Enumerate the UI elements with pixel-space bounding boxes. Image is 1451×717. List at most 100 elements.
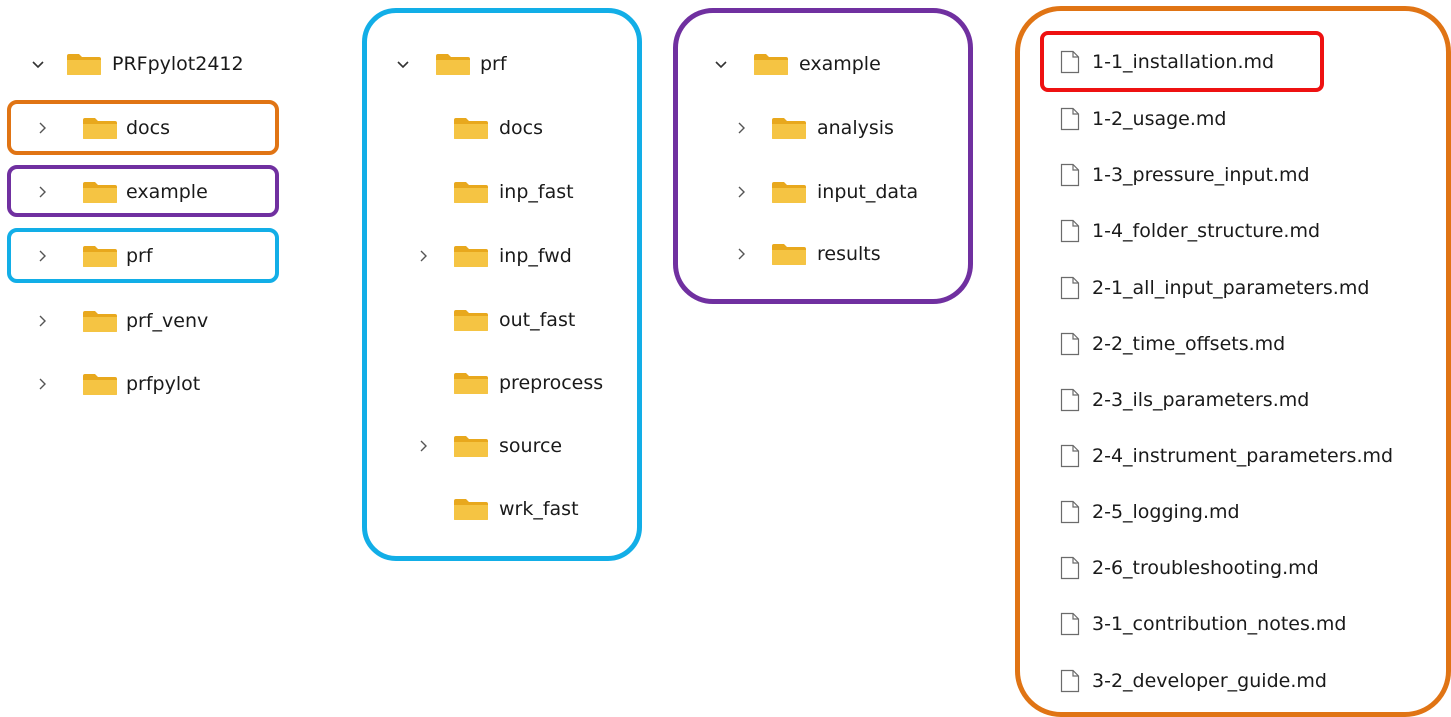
file-name: 2-4_instrument_parameters.md <box>1092 445 1394 467</box>
file-name: 1-2_usage.md <box>1092 108 1227 130</box>
folder-icon <box>771 180 807 204</box>
tree-item-inp-fast[interactable]: inp_fast <box>395 172 615 212</box>
file-name: 2-6_troubleshooting.md <box>1092 557 1319 579</box>
file-item[interactable]: 1-2_usage.md <box>1060 99 1430 139</box>
folder-icon <box>453 116 489 140</box>
file-name: 2-3_ils_parameters.md <box>1092 389 1310 411</box>
chevron-right-icon[interactable] <box>733 246 749 262</box>
file-icon <box>1060 219 1080 243</box>
chevron-down-icon[interactable] <box>30 56 46 72</box>
chevron-right-icon[interactable] <box>415 438 431 454</box>
tree-item-label: prf <box>480 53 507 75</box>
folder-icon <box>771 116 807 140</box>
chevron-right-icon[interactable] <box>733 120 749 136</box>
chevron-right-icon[interactable] <box>34 313 50 329</box>
tree-item-prfpylot[interactable]: prfpylot <box>30 364 280 404</box>
tree-item-out-fast[interactable]: out_fast <box>395 300 615 340</box>
file-item[interactable]: 2-1_all_input_parameters.md <box>1060 268 1430 308</box>
file-item[interactable]: 3-2_developer_guide.md <box>1060 661 1430 701</box>
tree-item-prf[interactable]: prf <box>30 236 280 276</box>
tree-item-source[interactable]: source <box>395 426 615 466</box>
tree-item-preprocess[interactable]: preprocess <box>395 363 620 403</box>
file-name: 3-2_developer_guide.md <box>1092 670 1327 692</box>
file-icon <box>1060 612 1080 636</box>
tree-item-label: docs <box>126 117 171 139</box>
tree-item-label: input_data <box>817 181 919 203</box>
tree-item-prfpylot2412[interactable]: PRFpylot2412 <box>30 44 290 84</box>
file-item[interactable]: 2-3_ils_parameters.md <box>1060 380 1430 420</box>
chevron-right-icon[interactable] <box>415 248 431 264</box>
tree-item-label: out_fast <box>499 309 576 331</box>
prf-panel-frame <box>362 8 642 561</box>
tree-item-label: inp_fast <box>499 181 574 203</box>
tree-item-label: source <box>499 435 563 457</box>
folder-icon <box>453 371 489 395</box>
tree-item-example[interactable]: example <box>30 172 280 212</box>
file-icon <box>1060 163 1080 187</box>
tree-item-label: prf <box>126 245 153 267</box>
file-item[interactable]: 2-5_logging.md <box>1060 492 1430 532</box>
folder-icon <box>453 244 489 268</box>
file-name: 3-1_contribution_notes.md <box>1092 613 1347 635</box>
file-icon <box>1060 669 1080 693</box>
file-item[interactable]: 2-6_troubleshooting.md <box>1060 548 1430 588</box>
folder-icon <box>82 244 118 268</box>
file-icon <box>1060 50 1080 74</box>
tree-item-docs[interactable]: docs <box>30 108 280 148</box>
tree-item-wrk-fast[interactable]: wrk_fast <box>395 489 615 529</box>
file-icon <box>1060 444 1080 468</box>
file-name: 2-5_logging.md <box>1092 501 1240 523</box>
file-name: 1-3_pressure_input.md <box>1092 164 1310 186</box>
folder-icon <box>82 180 118 204</box>
tree-item-example-root[interactable]: example <box>713 44 933 84</box>
file-icon <box>1060 388 1080 412</box>
file-icon <box>1060 107 1080 131</box>
file-item[interactable]: 1-1_installation.md <box>1060 42 1430 82</box>
file-item[interactable]: 2-2_time_offsets.md <box>1060 324 1430 364</box>
chevron-right-icon[interactable] <box>34 184 50 200</box>
tree-item-label: wrk_fast <box>499 498 579 520</box>
chevron-right-icon[interactable] <box>34 248 50 264</box>
folder-icon <box>82 309 118 333</box>
folder-icon <box>753 52 789 76</box>
tree-item-inp-fwd[interactable]: inp_fwd <box>395 236 615 276</box>
file-icon <box>1060 500 1080 524</box>
chevron-right-icon[interactable] <box>733 184 749 200</box>
folder-icon <box>453 497 489 521</box>
tree-item-input-data[interactable]: input_data <box>713 172 933 212</box>
chevron-down-icon[interactable] <box>395 56 411 72</box>
file-item[interactable]: 1-3_pressure_input.md <box>1060 155 1430 195</box>
chevron-right-icon[interactable] <box>34 120 50 136</box>
tree-item-label: prfpylot <box>126 373 201 395</box>
file-name: 2-1_all_input_parameters.md <box>1092 277 1370 299</box>
file-name: 2-2_time_offsets.md <box>1092 333 1286 355</box>
folder-icon <box>453 434 489 458</box>
file-item[interactable]: 1-4_folder_structure.md <box>1060 211 1430 251</box>
chevron-down-icon[interactable] <box>713 56 729 72</box>
tree-item-label: prf_venv <box>126 310 209 332</box>
tree-item-label: inp_fwd <box>499 245 572 267</box>
file-icon <box>1060 332 1080 356</box>
tree-item-docs[interactable]: docs <box>395 108 615 148</box>
folder-icon <box>82 116 118 140</box>
folder-icon <box>771 242 807 266</box>
file-name: 1-1_installation.md <box>1092 51 1275 73</box>
file-name: 1-4_folder_structure.md <box>1092 220 1321 242</box>
folder-icon <box>435 52 471 76</box>
folder-icon <box>453 180 489 204</box>
tree-item-label: preprocess <box>499 372 604 394</box>
folder-icon <box>453 308 489 332</box>
file-item[interactable]: 2-4_instrument_parameters.md <box>1060 436 1430 476</box>
tree-item-label: docs <box>499 117 544 139</box>
tree-item-prf-root[interactable]: prf <box>395 44 615 84</box>
tree-item-label: results <box>817 243 881 265</box>
tree-item-results[interactable]: results <box>713 234 933 274</box>
tree-item-analysis[interactable]: analysis <box>713 108 933 148</box>
file-item[interactable]: 3-1_contribution_notes.md <box>1060 604 1430 644</box>
tree-item-prf-venv[interactable]: prf_venv <box>30 301 280 341</box>
tree-item-label: PRFpylot2412 <box>112 53 244 75</box>
chevron-right-icon[interactable] <box>34 376 50 392</box>
file-icon <box>1060 556 1080 580</box>
file-icon <box>1060 276 1080 300</box>
tree-item-label: example <box>799 53 881 75</box>
